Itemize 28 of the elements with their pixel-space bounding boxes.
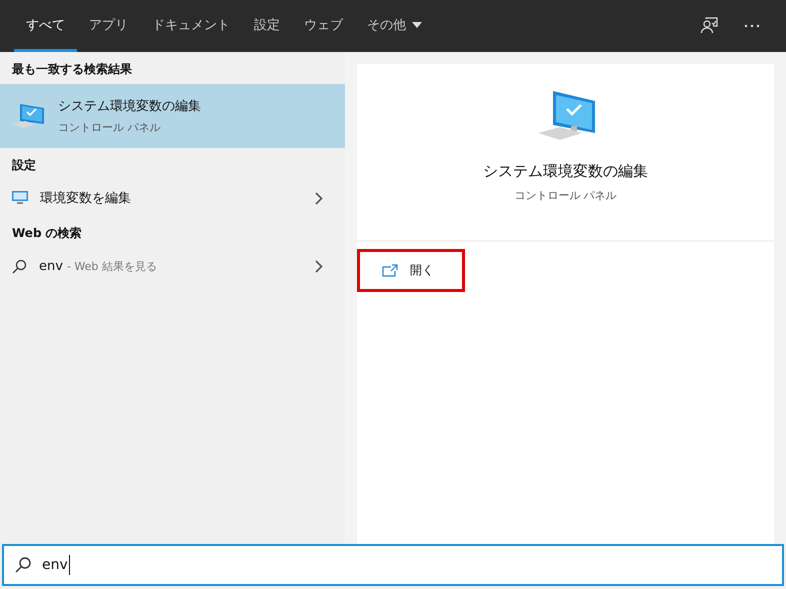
- result-title: env: [39, 258, 63, 274]
- result-title: システム環境変数の編集: [58, 98, 201, 115]
- section-heading: 最も一致する検索結果: [11, 61, 133, 78]
- result-hint: - Web 結果を見る: [66, 258, 157, 274]
- search-icon: [14, 556, 32, 574]
- filter-tab[interactable]: その他: [355, 0, 434, 52]
- filter-tab[interactable]: ウェブ: [292, 0, 355, 52]
- filter-tab[interactable]: 設定: [242, 0, 292, 52]
- filter-tab[interactable]: アプリ: [77, 0, 140, 52]
- result-title: 環境変数を編集: [40, 190, 131, 207]
- filter-tab[interactable]: ドキュメント: [140, 0, 242, 52]
- computer-icon: [12, 102, 46, 130]
- chevron-right-icon[interactable]: [315, 260, 323, 272]
- result-item[interactable]: システム環境変数の編集 コントロール パネル: [0, 84, 345, 148]
- open-window-icon: [382, 264, 398, 277]
- monitor-icon: [12, 191, 28, 205]
- search-field[interactable]: env: [2, 544, 784, 586]
- search-icon: [12, 258, 27, 274]
- computer-icon: [536, 90, 594, 142]
- feedback-icon[interactable]: [700, 17, 718, 35]
- more-icon[interactable]: [744, 24, 760, 28]
- open-action[interactable]: 開く: [357, 249, 465, 292]
- result-subtitle: コントロール パネル: [58, 120, 162, 135]
- detail-subtitle: コントロール パネル: [514, 188, 617, 203]
- detail-title: システム環境変数の編集: [483, 162, 648, 181]
- section-heading: Web の検索: [11, 225, 83, 242]
- chevron-right-icon[interactable]: [315, 192, 323, 204]
- section-heading: 設定: [10, 157, 37, 174]
